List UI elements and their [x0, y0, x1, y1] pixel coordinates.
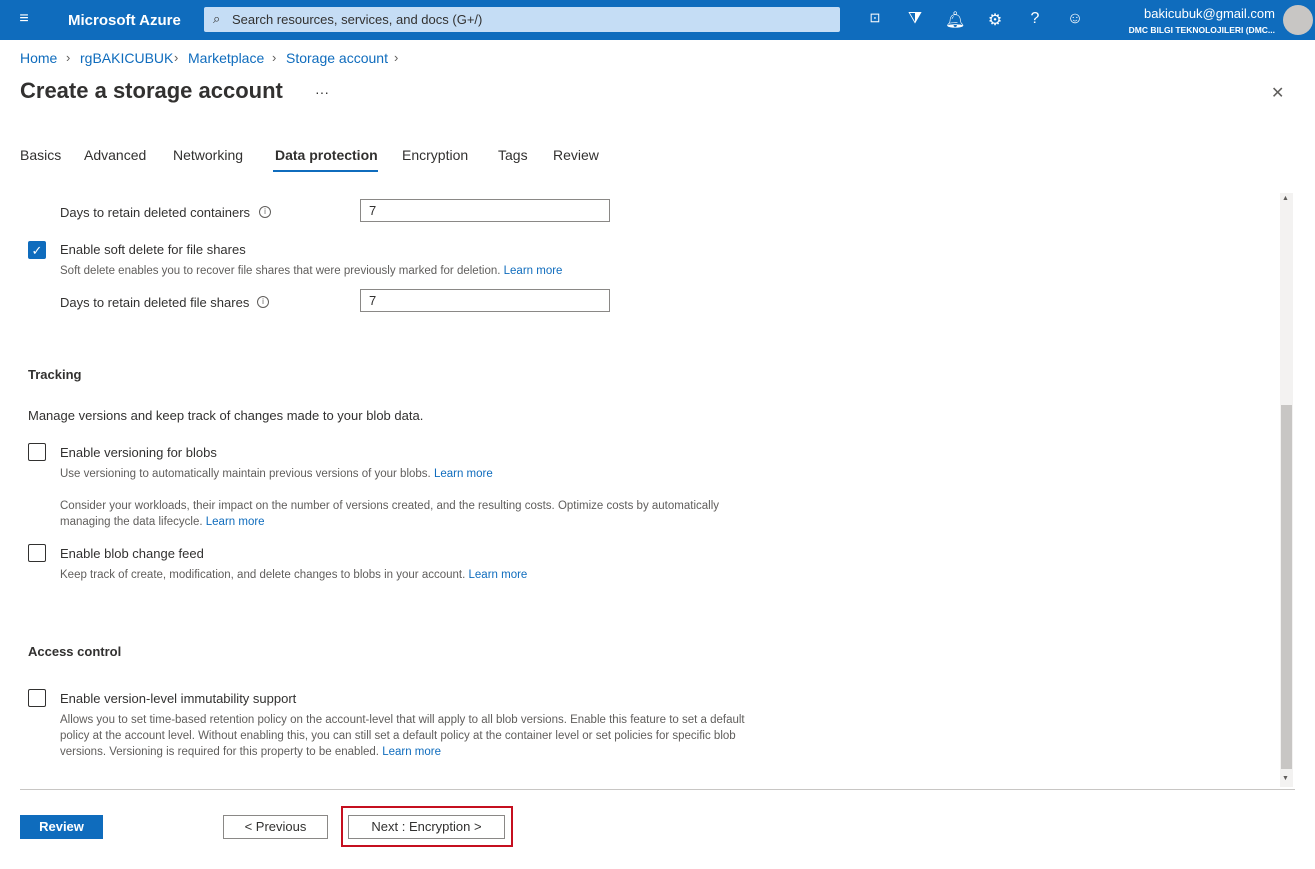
immutability-desc: Allows you to set time-based retention p… [60, 714, 745, 758]
tab-encryption[interactable]: Encryption [402, 147, 468, 163]
learn-more-link[interactable]: Learn more [469, 569, 528, 581]
page-title: Create a storage account [20, 78, 283, 103]
close-icon[interactable]: ✕ [1271, 83, 1284, 103]
versioning-label: Enable versioning for blobs [60, 445, 217, 460]
previous-button[interactable]: < Previous [223, 815, 328, 839]
hamburger-icon[interactable]: ≡ [14, 10, 34, 28]
directory-filter-icon[interactable]: ⧩ [905, 10, 925, 28]
scrollbar-thumb[interactable] [1281, 405, 1292, 769]
user-email[interactable]: bakicubuk@gmail.com [1144, 6, 1275, 21]
tab-data-protection[interactable]: Data protection [275, 147, 378, 163]
tab-networking[interactable]: Networking [173, 147, 243, 163]
containers-days-label: Days to retain deleted containers [60, 205, 251, 220]
file-shares-days-label: Days to retain deleted file shares [60, 295, 250, 310]
notifications-icon[interactable]: 🔔︎ [945, 10, 965, 30]
learn-more-link[interactable]: Learn more [206, 516, 265, 528]
tab-advanced[interactable]: Advanced [84, 147, 146, 163]
chevron-right-icon: › [272, 50, 277, 65]
file-shares-days-input[interactable]: 7 [360, 289, 610, 312]
brand[interactable]: Microsoft Azure [68, 12, 181, 29]
user-org[interactable]: DMC BILGI TEKNOLOJILERI (DMC... [1129, 25, 1275, 35]
tracking-heading: Tracking [28, 367, 82, 382]
breadcrumb-resource-group[interactable]: rgBAKICUBUK [80, 50, 173, 66]
tab-basics[interactable]: Basics [20, 147, 61, 163]
tab-review[interactable]: Review [553, 147, 599, 163]
info-icon[interactable]: i [259, 206, 271, 218]
breadcrumb-marketplace[interactable]: Marketplace [188, 50, 264, 66]
change-feed-desc: Keep track of create, modification, and … [60, 569, 528, 581]
avatar[interactable] [1283, 5, 1313, 35]
versioning-checkbox[interactable] [28, 443, 46, 461]
versioning-cost-desc: Consider your workloads, their impact on… [60, 500, 719, 528]
feedback-icon[interactable]: ☺ [1065, 10, 1085, 28]
change-feed-label: Enable blob change feed [60, 546, 204, 561]
settings-icon[interactable]: ⚙ [985, 10, 1005, 30]
search-placeholder: Search resources, services, and docs (G+… [232, 12, 483, 27]
change-feed-checkbox[interactable] [28, 544, 46, 562]
scroll-up-icon[interactable]: ▲ [1282, 195, 1289, 202]
more-options-icon[interactable]: ··· [315, 84, 329, 100]
immutability-label: Enable version-level immutability suppor… [60, 691, 297, 706]
breadcrumb-home[interactable]: Home [20, 50, 57, 66]
footer-divider [20, 789, 1295, 790]
search-input[interactable]: ⌕ Search resources, services, and docs (… [204, 7, 840, 32]
review-button[interactable]: Review [20, 815, 103, 839]
info-icon[interactable]: i [257, 296, 269, 308]
learn-more-link[interactable]: Learn more [434, 468, 493, 480]
tracking-desc: Manage versions and keep track of change… [28, 408, 424, 423]
tab-tags[interactable]: Tags [498, 147, 528, 163]
file-shares-soft-delete-checkbox[interactable]: ✓ [28, 241, 46, 259]
scrollbar[interactable]: ▲ ▼ [1280, 193, 1293, 787]
versioning-desc: Use versioning to automatically maintain… [60, 468, 493, 480]
scroll-down-icon[interactable]: ▼ [1282, 775, 1289, 782]
learn-more-link[interactable]: Learn more [382, 746, 441, 758]
immutability-checkbox[interactable] [28, 689, 46, 707]
next-encryption-button[interactable]: Next : Encryption > [348, 815, 505, 839]
containers-days-input[interactable]: 7 [360, 199, 610, 222]
help-icon[interactable]: ? [1025, 10, 1045, 28]
file-shares-desc: Soft delete enables you to recover file … [60, 265, 563, 277]
active-tab-indicator [273, 170, 378, 172]
search-icon: ⌕ [213, 11, 221, 26]
chevron-right-icon: › [174, 50, 179, 65]
breadcrumb-storage-account[interactable]: Storage account [286, 50, 388, 66]
learn-more-link[interactable]: Learn more [504, 265, 563, 277]
access-control-heading: Access control [28, 644, 122, 659]
top-bar: ≡ Microsoft Azure ⌕ Search resources, se… [0, 0, 1315, 40]
chevron-right-icon: › [66, 50, 71, 65]
cloud-shell-icon[interactable]: ⊡ [865, 10, 885, 26]
chevron-right-icon: › [394, 50, 399, 65]
file-shares-label: Enable soft delete for file shares [60, 242, 246, 257]
